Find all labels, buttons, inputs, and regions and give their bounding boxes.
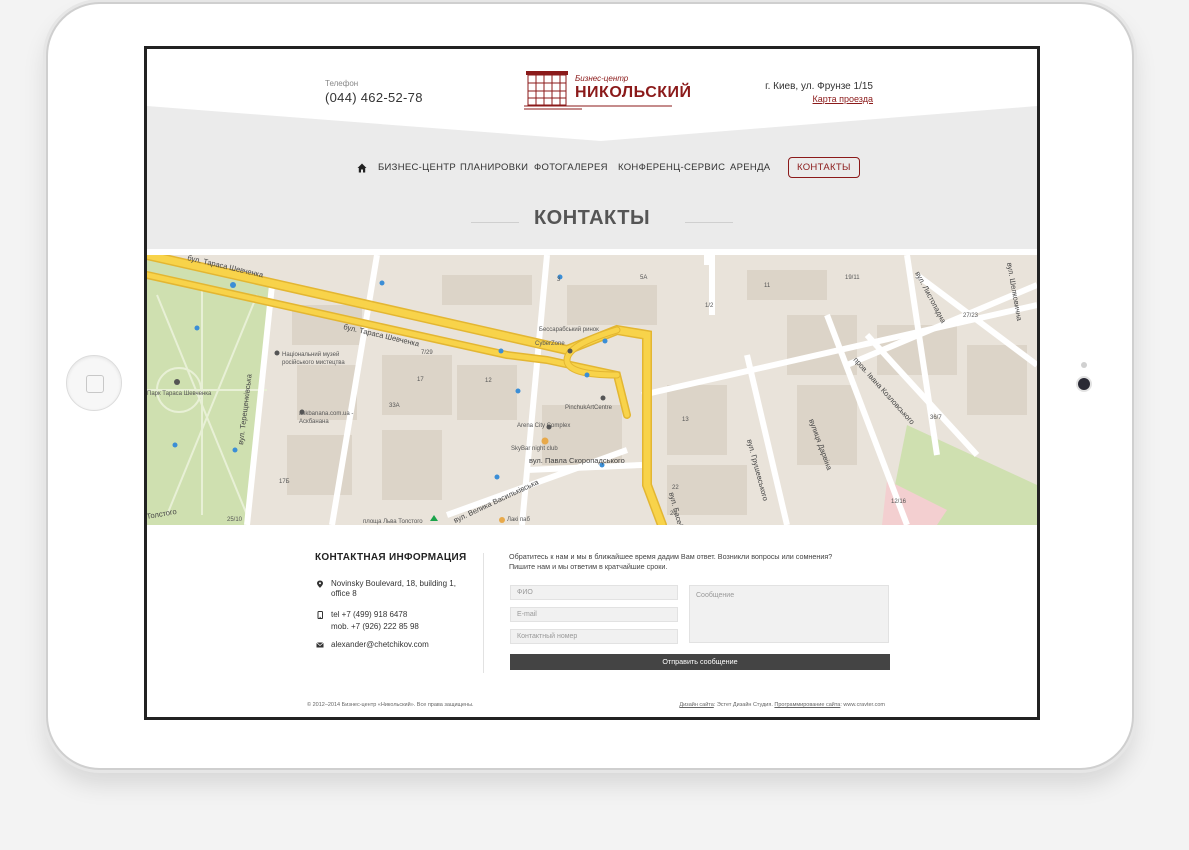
- map-poi[interactable]: Парк Тараса Шевченка: [147, 391, 211, 397]
- design-credit-text: : Эстет Дизайн Студия.: [713, 702, 773, 708]
- tablet-home-button[interactable]: [66, 355, 122, 411]
- contacts-divider: [483, 553, 484, 673]
- map-poi[interactable]: Бессарабський ринок: [539, 327, 599, 333]
- map-house-number: 7/29: [421, 350, 433, 356]
- message-field[interactable]: Сообщение: [689, 585, 889, 643]
- map-poi[interactable]: Arena City Complex: [517, 423, 570, 429]
- footer-credits: Дизайн сайта: Эстет Дизайн Студия. Прогр…: [679, 702, 885, 708]
- contact-tel[interactable]: tel +7 (499) 918 6478: [331, 609, 407, 620]
- nav-item-plans[interactable]: ПЛАНИРОВКИ: [460, 162, 528, 173]
- contacts-section: КОНТАКТНАЯ ИНФОРМАЦИЯ Novinsky Boulevard…: [147, 525, 1037, 717]
- phone-icon: [317, 611, 323, 619]
- map-house-number: 33А: [389, 403, 400, 409]
- dev-credit-text: : www.cravter.com: [840, 702, 885, 708]
- map-poi[interactable]: Національний музей російського мистецтва: [282, 351, 362, 367]
- map-house-number: 5А: [640, 275, 648, 281]
- phone-number[interactable]: (044) 462-52-78: [325, 90, 423, 105]
- map-house-number: 20: [670, 511, 677, 517]
- map-house-number: 19/11: [845, 275, 860, 281]
- form-intro: Обратитесь к нам и мы в ближайшее время …: [509, 552, 869, 572]
- footer-copyright: © 2012–2014 Бизнес-центр «Никольский». В…: [307, 702, 474, 708]
- map-house-number: 22: [672, 485, 679, 491]
- tablet-camera: [1078, 378, 1090, 390]
- form-intro-line1: Обратитесь к нам и мы в ближайшее время …: [509, 552, 833, 561]
- contact-email[interactable]: alexander@chetchikov.com: [331, 639, 429, 650]
- nav-item-contacts[interactable]: КОНТАКТЫ: [788, 157, 860, 178]
- phone-field[interactable]: Контактный номер: [510, 629, 678, 644]
- map-house-number: 17Б: [279, 479, 290, 485]
- map-house-number: 25/10: [227, 517, 243, 523]
- design-credit-link[interactable]: Дизайн сайта: [679, 702, 713, 708]
- phone-caption: Телефон: [325, 79, 359, 88]
- map-house-number: 17: [417, 377, 424, 383]
- main-nav: БИЗНЕС-ЦЕНТР ПЛАНИРОВКИ ФОТОГАЛЕРЕЯ КОНФ…: [147, 157, 1037, 181]
- map-poi[interactable]: SkyBar night club: [511, 446, 558, 452]
- location-map[interactable]: бул. Тараса Шевченка бул. Тараса Шевченк…: [147, 255, 1037, 525]
- send-message-button[interactable]: Отправить сообщение: [510, 654, 890, 670]
- header-address: г. Киев, ул. Фрунзе 1/15: [765, 81, 873, 92]
- svg-text:вул. Павла Скоропадського: вул. Павла Скоропадського: [529, 456, 625, 465]
- site-header: Телефон (044) 462-52-78 Бизнес-центр НИК…: [147, 49, 1037, 249]
- map-pin-icon: [317, 580, 323, 588]
- map-house-number: 3: [557, 277, 561, 283]
- envelope-icon: [316, 642, 324, 648]
- contact-info-title: КОНТАКТНАЯ ИНФОРМАЦИЯ: [315, 552, 467, 563]
- map-poi[interactable]: PinchukArtCentre: [565, 405, 612, 411]
- nav-item-gallery[interactable]: ФОТОГАЛЕРЕЯ: [534, 162, 608, 173]
- nav-item-conference[interactable]: КОНФЕРЕНЦ-СЕРВИС: [618, 162, 725, 173]
- map-house-number: 13: [682, 417, 689, 423]
- site-footer: © 2012–2014 Бизнес-центр «Никольский». В…: [307, 699, 887, 717]
- title-right-line: [685, 222, 733, 223]
- map-poi[interactable]: askbanana.com.ua - Аскбанана: [299, 410, 359, 426]
- map-house-number: 27/23: [963, 313, 979, 319]
- home-icon[interactable]: [357, 163, 367, 173]
- page-title: КОНТАКТЫ: [533, 207, 651, 229]
- map-house-number: 12: [485, 378, 492, 384]
- nav-item-business-center[interactable]: БИЗНЕС-ЦЕНТР: [378, 162, 456, 173]
- tablet-sensor: [1081, 362, 1087, 368]
- contact-address-line2: office 8: [331, 589, 357, 598]
- map-house-number: 36/7: [930, 415, 942, 421]
- logo-name[interactable]: НИКОЛЬСКИЙ: [575, 84, 692, 102]
- map-poi[interactable]: CyberZone: [535, 341, 565, 347]
- route-map-link[interactable]: Карта проезда: [813, 94, 873, 104]
- map-poi[interactable]: Лакі паб: [507, 517, 530, 523]
- form-intro-line2: Пишите нам и мы ответим в кратчайшие сро…: [509, 562, 668, 571]
- website-screen: Телефон (044) 462-52-78 Бизнес-центр НИК…: [144, 46, 1040, 720]
- contact-mob[interactable]: mob. +7 (926) 222 85 98: [331, 621, 419, 632]
- map-house-number: 12/16: [891, 499, 907, 505]
- nav-item-rent[interactable]: АРЕНДА: [730, 162, 770, 173]
- dev-credit-link[interactable]: Программирование сайта: [774, 702, 840, 708]
- map-house-number: 11: [764, 283, 771, 289]
- email-field[interactable]: E-mail: [510, 607, 678, 622]
- logo-caption: Бизнес-центр: [575, 74, 629, 83]
- name-field[interactable]: ФИО: [510, 585, 678, 600]
- map-house-number: 1/2: [705, 303, 714, 309]
